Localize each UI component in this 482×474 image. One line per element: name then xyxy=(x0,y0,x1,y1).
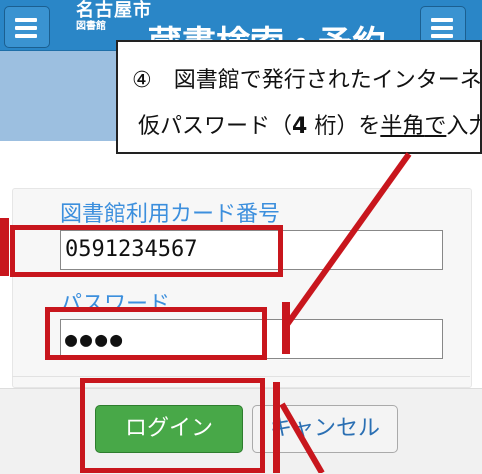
pointer-line-login xyxy=(279,402,325,473)
pointer-line-password xyxy=(283,152,412,328)
annotation-pointer-lines xyxy=(279,152,412,473)
